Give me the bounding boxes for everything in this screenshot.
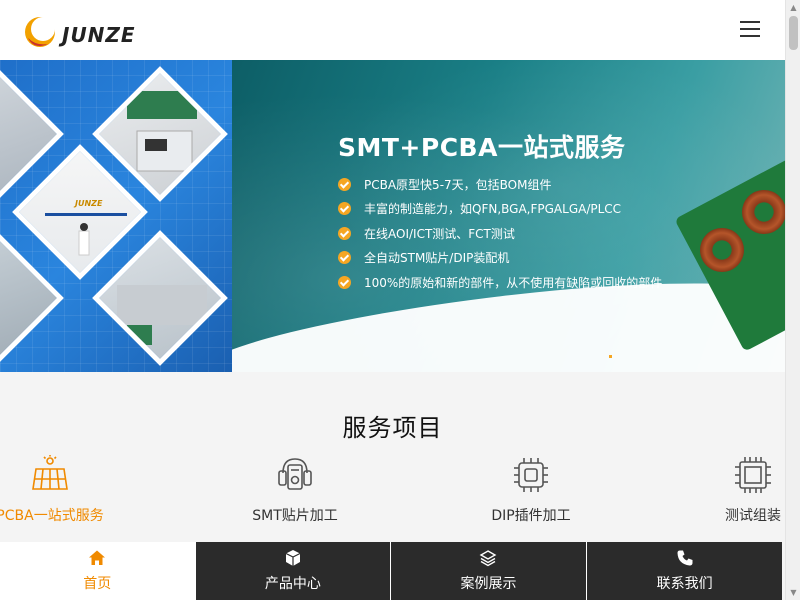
nav-products[interactable]: 产品中心 <box>195 542 392 600</box>
logo-text: JUNZE <box>62 23 136 47</box>
check-icon <box>338 251 351 265</box>
check-icon <box>338 226 351 240</box>
feature-item: 全自动STM贴片/DIP装配机 <box>338 246 662 271</box>
service-smt[interactable]: SMT贴片加工 <box>225 455 365 525</box>
check-icon <box>338 177 351 191</box>
service-label: PCBA一站式服务 <box>0 508 104 524</box>
feature-item: PCBA原型快5-7天，包括BOM组件 <box>338 172 662 197</box>
hero-banner[interactable]: JUNZE SMT+PCBA一站式服务 PCBA原型快5-7天，包括BOM组件 … <box>0 60 785 372</box>
nav-label: 联系我们 <box>656 576 713 592</box>
nav-label: 案例展示 <box>460 576 517 592</box>
services-section-title: 服务项目 <box>342 414 443 442</box>
service-label: SMT贴片加工 <box>252 508 338 524</box>
banner-title: SMT+PCBA一站式服务 <box>338 133 626 162</box>
chip-icon <box>511 455 551 495</box>
scrollbar-thumb[interactable] <box>789 16 798 50</box>
scroll-up-arrow-icon[interactable]: ▲ <box>786 0 800 15</box>
nav-label: 产品中心 <box>264 576 321 592</box>
bottom-navigation: 首页 产品中心 案例展示 联系我们 <box>0 542 785 600</box>
banner-photo-collage: JUNZE <box>0 60 232 372</box>
nav-label: 首页 <box>83 576 112 592</box>
scroll-down-arrow-icon[interactable]: ▼ <box>786 585 800 600</box>
check-icon <box>338 202 351 216</box>
circuit-device-icon <box>275 455 315 495</box>
feature-item: 100%的原始和新的部件，从不使用有缺陷或回收的部件 <box>338 270 662 295</box>
cube-icon <box>285 550 301 566</box>
service-testing[interactable]: 测试组装 <box>683 455 800 525</box>
nav-home[interactable]: 首页 <box>0 542 196 600</box>
feature-item: 丰富的制造能力，如QFN,BGA,FPGALGA/PLCC <box>338 197 662 222</box>
feature-item: 在线AOI/ICT测试、FCT测试 <box>338 221 662 246</box>
service-label: DIP插件加工 <box>491 508 571 524</box>
hamburger-menu-icon[interactable] <box>740 21 760 37</box>
inductor-coil-icon <box>742 190 785 234</box>
layers-icon <box>480 550 497 567</box>
logo[interactable]: JUNZE <box>18 12 136 52</box>
nav-cases[interactable]: 案例展示 <box>391 542 587 600</box>
site-header: JUNZE <box>0 0 785 60</box>
feature-list: PCBA原型快5-7天，包括BOM组件 丰富的制造能力，如QFN,BGA,FPG… <box>338 172 662 295</box>
service-pcba[interactable]: PCBA一站式服务 <box>0 455 120 525</box>
home-icon <box>89 550 106 565</box>
check-icon <box>338 275 351 289</box>
service-dip[interactable]: DIP插件加工 <box>461 455 601 525</box>
inductor-coil-icon <box>700 228 744 272</box>
services-list: PCBA一站式服务 SMT贴片加工 DIP插件加工 测试组装 <box>0 455 785 525</box>
phone-icon <box>677 550 693 566</box>
banner-main-panel: SMT+PCBA一站式服务 PCBA原型快5-7天，包括BOM组件 丰富的制造能… <box>232 60 785 372</box>
processor-icon <box>733 455 773 495</box>
logo-mark-icon <box>18 12 60 52</box>
carousel-indicator[interactable] <box>609 355 612 358</box>
solar-grid-icon <box>30 455 70 495</box>
service-label: 测试组装 <box>725 508 781 524</box>
nav-contact[interactable]: 联系我们 <box>586 542 783 600</box>
